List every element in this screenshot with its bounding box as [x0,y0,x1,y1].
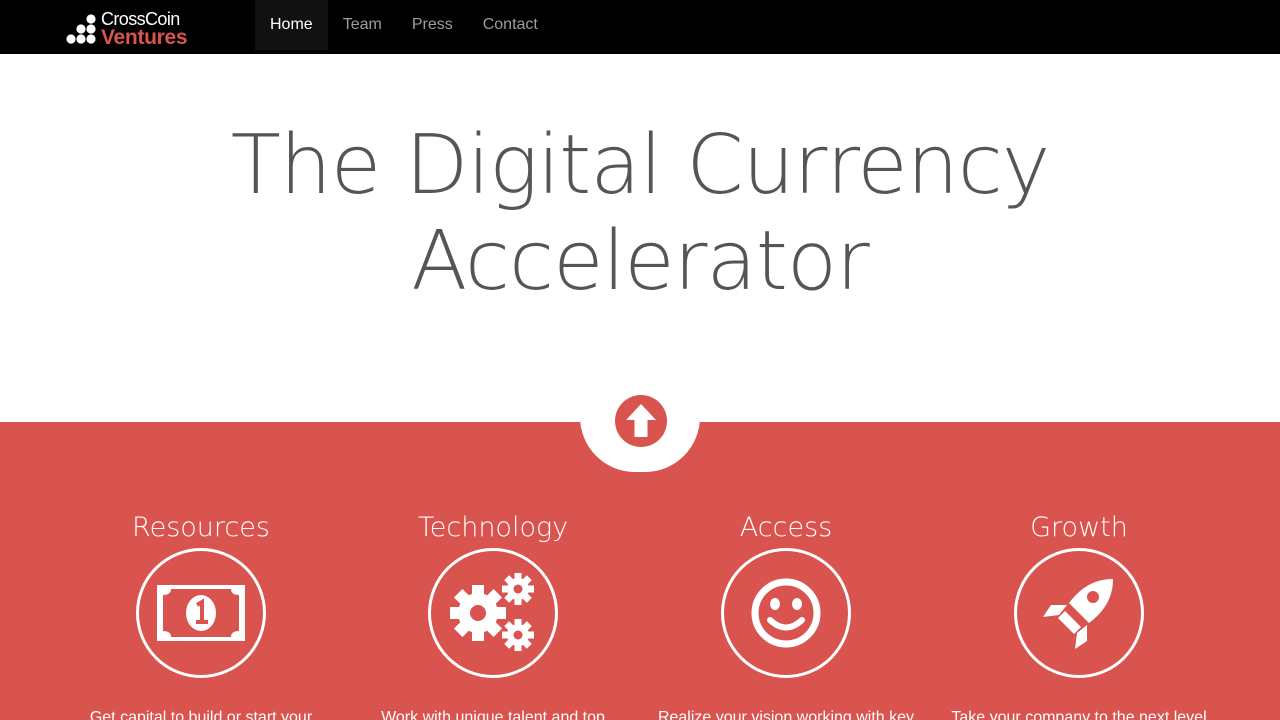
feature-icon-circle [721,548,851,678]
hero-title: The Digital Currency Accelerator [0,118,1280,310]
logo-dots-icon [66,14,96,44]
nav-item-team[interactable]: Team [328,0,397,50]
nav-item-home[interactable]: Home [255,0,328,50]
feature-title: Technology [417,512,569,543]
feature-technology: Technology Work with unique talent and t… [348,510,638,720]
gears-icon [450,573,534,651]
feature-growth: Growth Take your company to the next lev… [934,510,1224,720]
hero-title-line2: Accelerator [411,214,870,309]
feature-description: Realize your vision working with key [657,709,915,720]
feature-title: Growth [1030,512,1128,543]
feature-description: Work with unique talent and top [381,709,605,720]
main-nav: Home Team Press Contact [255,0,553,50]
nav-item-press[interactable]: Press [397,0,468,50]
smile-icon [751,578,821,648]
feature-icon-circle [136,548,266,678]
feature-access: Access Realize your vision working with … [641,510,931,720]
feature-title: Access [739,512,833,543]
brand-name-line2: Ventures [101,26,188,49]
rocket-icon [1043,579,1113,649]
feature-description: Take your company to the next level [951,709,1207,720]
nav-item-contact[interactable]: Contact [468,0,553,50]
feature-icon-circle [428,548,558,678]
feature-icon-circle [1014,548,1144,678]
arrow-circle-up-icon[interactable] [614,394,668,448]
money-icon [157,585,245,641]
feature-description: Get capital to build or start your [89,709,313,720]
feature-title: Resources [132,512,270,543]
navbar: CrossCoin Ventures Home Team Press Conta… [0,0,1280,54]
brand-logo[interactable]: CrossCoin Ventures [66,9,196,49]
hero-title-line1: The Digital Currency [230,118,1051,213]
feature-resources: Resources Get capital to build or start … [56,510,346,720]
brand-name: CrossCoin Ventures [101,9,188,49]
